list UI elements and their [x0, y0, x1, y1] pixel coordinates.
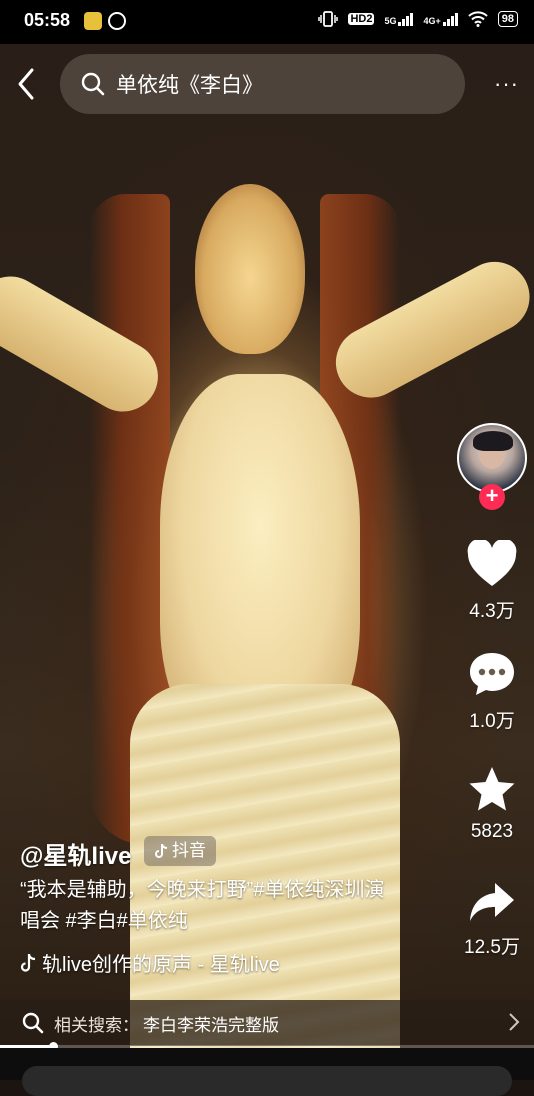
video-content: [130, 684, 400, 1048]
vibrate-icon: [318, 11, 339, 27]
author-handle[interactable]: @星轨live: [20, 836, 131, 871]
star-icon: [469, 767, 515, 811]
related-search-term: 李白李荣浩完整版: [143, 1015, 279, 1035]
share-count: 12.5万: [464, 937, 520, 958]
favorite-button[interactable]: 5823: [462, 765, 522, 843]
status-indicators: HD2 5G 4G+ 98: [318, 11, 518, 27]
favorite-count: 5823: [470, 821, 514, 842]
like-button[interactable]: 4.3万: [462, 540, 522, 623]
search-icon: [81, 72, 105, 96]
share-button[interactable]: 12.5万: [462, 880, 522, 959]
music-note-icon: [20, 953, 36, 972]
video-description[interactable]: “我本是辅助，今晚来打野”#单依纯深圳演唱会 #李白#单依纯: [20, 875, 400, 937]
network-4g: 4G+: [423, 12, 458, 26]
music-info[interactable]: 轨live创作的原声 - 星轨live: [20, 948, 280, 977]
chevron-right-icon: [509, 1013, 520, 1031]
back-arrow-icon[interactable]: [14, 66, 40, 102]
related-search-bar[interactable]: 相关搜索： 李白李荣浩完整版: [0, 1000, 534, 1046]
more-options-icon[interactable]: ···: [494, 73, 519, 95]
search-query: 单依纯《李白》: [116, 74, 263, 97]
like-count: 4.3万: [469, 601, 515, 622]
signal-bars-icon: [398, 12, 414, 26]
related-search-label: 相关搜索：: [54, 1015, 139, 1035]
app-notification-icon: [84, 12, 102, 30]
search-bar[interactable]: 单依纯《李白》: [60, 54, 465, 114]
network-4g-label: 4G+: [423, 16, 441, 26]
hd-badge: HD2: [348, 13, 375, 25]
bottom-area: [0, 1048, 534, 1096]
douyin-badge-label: 抖音: [172, 841, 206, 860]
search-icon: [22, 1012, 44, 1034]
video-content: [195, 184, 305, 354]
status-bar: 05:58 HD2 5G 4G+ 98: [0, 0, 534, 44]
status-time: 05:58: [24, 10, 71, 30]
network-5g: 5G: [384, 12, 414, 26]
avatar-hair: [473, 431, 513, 451]
comment-icon: [470, 653, 514, 695]
signal-bars-icon: [442, 12, 458, 26]
music-title: 轨live创作的原声 - 星轨live: [42, 954, 280, 976]
comment-input-pill[interactable]: [22, 1066, 512, 1096]
douyin-logo-icon: [155, 843, 168, 858]
comment-button[interactable]: 1.0万: [462, 650, 522, 733]
heart-icon: [467, 540, 517, 586]
follow-button[interactable]: +: [479, 484, 505, 510]
battery-indicator: 98: [497, 11, 518, 27]
comment-count: 1.0万: [469, 711, 515, 732]
douyin-badge[interactable]: 抖音: [144, 836, 216, 866]
app-notification-icon: [108, 12, 126, 30]
network-5g-label: 5G: [384, 16, 397, 26]
wifi-icon: [468, 11, 488, 27]
share-arrow-icon: [470, 883, 514, 921]
